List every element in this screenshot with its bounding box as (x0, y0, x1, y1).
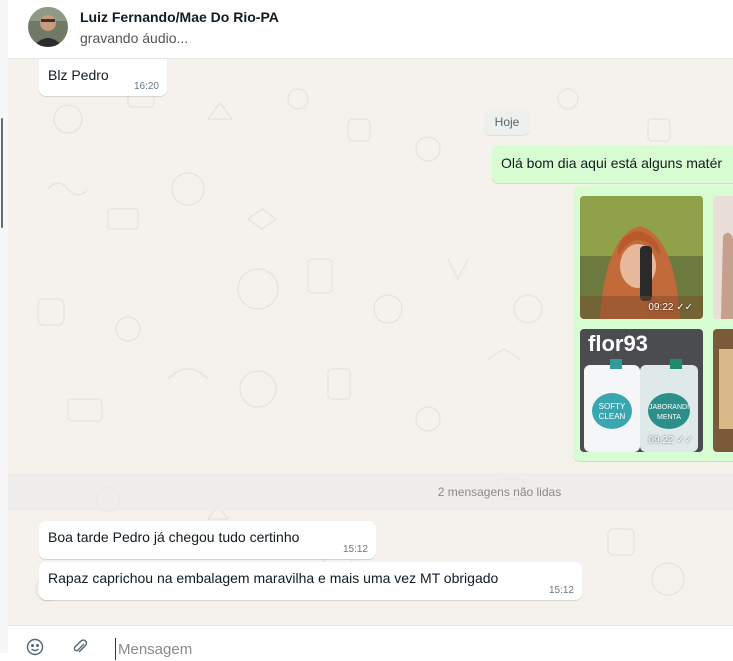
media-image[interactable] (713, 329, 733, 452)
message-text: Rapaz caprichou na embalagem maravilha e… (48, 570, 499, 586)
double-check-icon: ✓✓ (676, 435, 693, 446)
message-input[interactable] (115, 638, 700, 660)
contact-status: gravando áudio... (80, 30, 189, 46)
media-image[interactable] (713, 196, 733, 319)
svg-text:JABORANDI: JABORANDI (649, 404, 689, 411)
message-time: 15:12 (548, 585, 574, 596)
emoji-icon[interactable] (26, 638, 44, 656)
composer-bar[interactable] (8, 625, 733, 660)
message-time: 16:20 (133, 81, 159, 92)
message-bubble[interactable]: Rapaz caprichou na embalagem maravilha e… (39, 562, 582, 600)
message-bubble[interactable]: Boa tarde Pedro já chegou tudo certinho … (39, 521, 376, 559)
date-divider: Hoje (484, 109, 530, 135)
avatar[interactable] (28, 7, 68, 47)
svg-text:SOFTY: SOFTY (599, 402, 626, 411)
contact-name[interactable]: Luiz Fernando/Mae Do Rio-PA (80, 9, 279, 25)
chat-header[interactable]: Luiz Fernando/Mae Do Rio-PA gravando áud… (8, 0, 733, 59)
media-time: 09:22 ✓✓ (648, 435, 693, 446)
message-text: Olá bom dia aqui está alguns matér (501, 155, 723, 171)
media-image[interactable]: flor93 SOFTY CLEAN JABORANDI MENTA 09:22… (580, 329, 703, 452)
message-time: 15:12 (342, 544, 368, 555)
chat-area[interactable]: Blz Pedro 16:20 Hoje Olá bom dia aqui es… (8, 59, 733, 625)
unread-divider: 2 mensagens não lidas (8, 473, 733, 511)
svg-text:flor93: flor93 (588, 331, 648, 356)
left-edge (0, 0, 8, 653)
message-text: Boa tarde Pedro já chegou tudo certinho (48, 529, 300, 545)
message-bubble[interactable]: Blz Pedro 16:20 (39, 59, 167, 96)
attach-icon[interactable] (71, 638, 89, 656)
scrollbar[interactable] (1, 118, 3, 228)
media-image[interactable]: 09:22 ✓✓ (580, 196, 703, 319)
outgoing-message-bubble[interactable]: Olá bom dia aqui está alguns matér (492, 145, 733, 183)
double-check-icon: ✓✓ (676, 302, 693, 313)
message-text: Blz Pedro (48, 67, 109, 83)
media-album[interactable]: 09:22 ✓✓ flor93 SOFTY CLEAN JABORANDI ME… (573, 186, 733, 461)
media-time: 09:22 ✓✓ (648, 302, 693, 313)
svg-text:MENTA: MENTA (657, 414, 681, 421)
svg-text:CLEAN: CLEAN (599, 412, 626, 421)
unread-divider-label: 2 mensagens não lidas (437, 485, 562, 499)
